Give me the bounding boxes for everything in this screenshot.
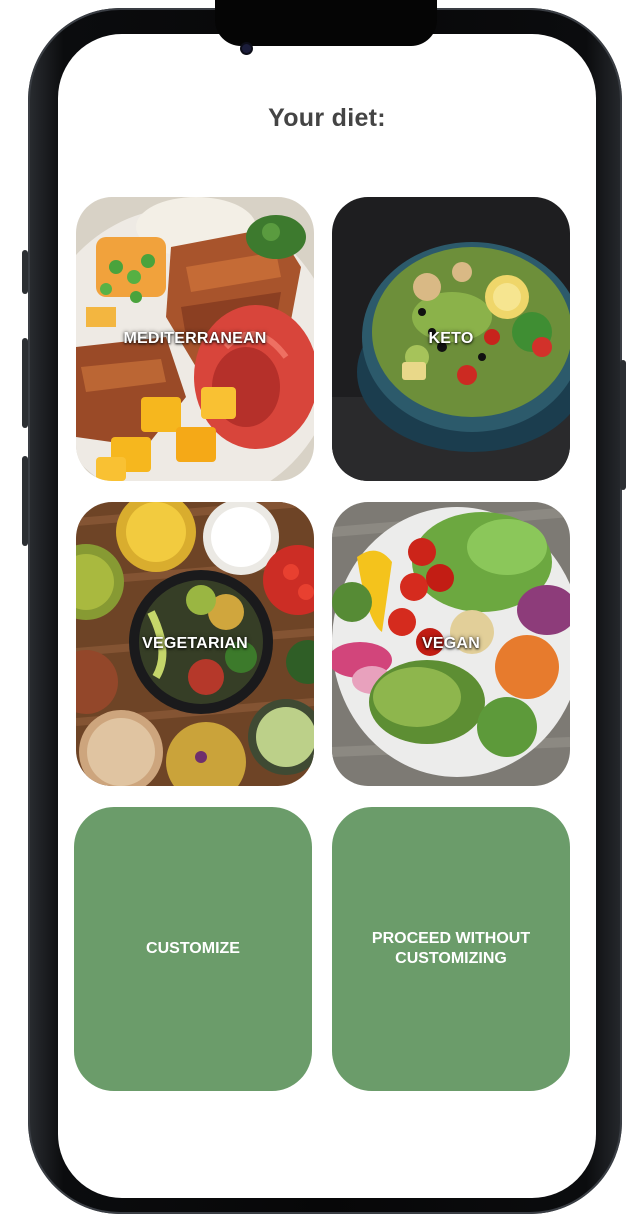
proceed-without-customizing-button[interactable]: PROCEED WITHOUT CUSTOMIZING xyxy=(332,807,570,1091)
mute-switch xyxy=(22,250,28,294)
diet-label-keto: KETO xyxy=(428,330,474,347)
diet-card-vegetarian[interactable]: VEGETARIAN xyxy=(76,502,314,786)
diet-label-mediterranean: MEDITERRANEAN xyxy=(123,330,267,347)
diet-card-mediterranean[interactable]: MEDITERRANEAN xyxy=(76,197,314,481)
diet-card-keto[interactable]: KETO xyxy=(332,197,570,481)
diet-label-vegetarian: VEGETARIAN xyxy=(142,635,248,652)
customize-button[interactable]: CUSTOMIZE xyxy=(74,807,312,1091)
notch xyxy=(215,0,437,46)
volume-down-button xyxy=(22,456,28,546)
page-title: Your diet: xyxy=(268,104,386,132)
power-button xyxy=(620,360,626,490)
front-camera-icon xyxy=(242,44,251,53)
diet-label-vegan: VEGAN xyxy=(422,635,480,652)
diet-card-vegan[interactable]: VEGAN xyxy=(332,502,570,786)
volume-up-button xyxy=(22,338,28,428)
